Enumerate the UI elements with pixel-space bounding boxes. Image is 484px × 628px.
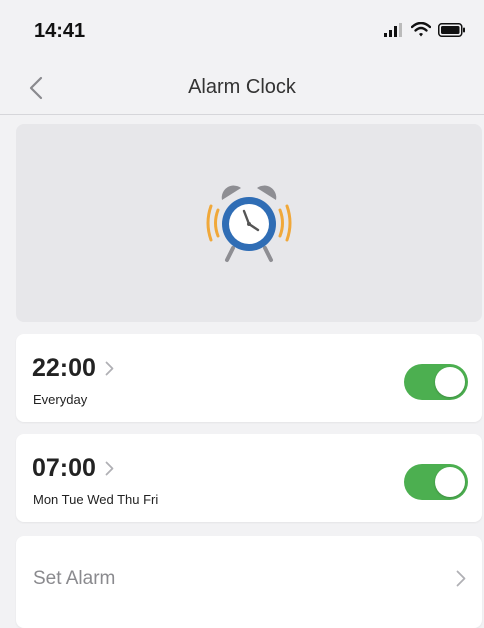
alarm-time-row: 22:00	[32, 354, 114, 383]
set-alarm-label: Set Alarm	[33, 568, 116, 589]
toggle-knob	[435, 367, 465, 397]
status-icons	[384, 22, 466, 37]
hero-banner	[16, 124, 482, 322]
battery-icon	[438, 22, 465, 37]
status-time: 14:41	[34, 20, 86, 42]
signal-icon	[384, 22, 402, 37]
chevron-right-icon	[105, 461, 114, 476]
nav-bar: Alarm Clock	[0, 62, 484, 115]
wifi-icon	[411, 22, 431, 37]
alarm-time: 22:00	[32, 354, 96, 382]
alarm-time: 07:00	[32, 454, 96, 482]
alarm-repeat: Everyday	[33, 392, 88, 407]
alarm-time-row: 07:00	[32, 454, 114, 483]
chevron-right-icon	[105, 361, 114, 376]
page-title: Alarm Clock	[188, 76, 296, 98]
set-alarm-button[interactable]: Set Alarm	[16, 536, 482, 628]
alarm-toggle[interactable]	[404, 364, 468, 400]
alarm-card[interactable]: 07:00 Mon Tue Wed Thu Fri	[16, 434, 482, 522]
status-bar: 14:41	[0, 0, 484, 62]
alarm-toggle[interactable]	[404, 464, 468, 500]
alarm-repeat: Mon Tue Wed Thu Fri	[33, 492, 159, 507]
alarm-clock-icon	[206, 185, 292, 262]
alarm-card[interactable]: 22:00 Everyday	[16, 334, 482, 422]
toggle-knob	[435, 467, 465, 497]
chevron-right-icon	[456, 570, 466, 592]
